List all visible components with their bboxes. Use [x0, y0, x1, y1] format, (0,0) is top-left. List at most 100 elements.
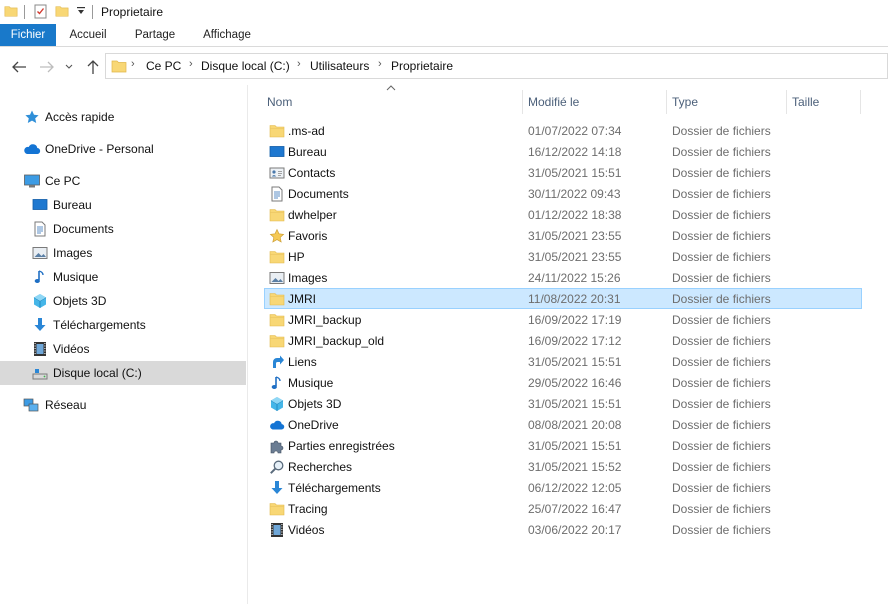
navigation-bar: › Ce PC › Disque local (C:) › Utilisateu…: [0, 47, 888, 85]
column-header-type[interactable]: Type: [672, 95, 698, 109]
breadcrumb-disque-local[interactable]: Disque local (C:): [201, 59, 290, 73]
file-row[interactable]: Tracing 25/07/2022 16:47 Dossier de fichie…: [264, 498, 862, 519]
file-row[interactable]: Favoris 31/05/2021 23:55 Dossier de fichie…: [264, 225, 862, 246]
file-type: Dossier de fichiers: [672, 166, 771, 180]
window-title: Proprietaire: [101, 5, 164, 19]
nav-item-onedrive[interactable]: OneDrive - Personal: [0, 137, 246, 161]
download-icon: [32, 317, 48, 333]
music-icon: [269, 375, 285, 391]
folder-icon: [269, 249, 285, 265]
nav-item-telechargements[interactable]: Téléchargements: [0, 313, 246, 337]
nav-item-images[interactable]: Images: [0, 241, 246, 265]
file-modified-date: 06/12/2022 12:05: [528, 481, 622, 495]
nav-item-acces-rapide[interactable]: Accès rapide: [0, 105, 246, 129]
file-row[interactable]: Musique 29/05/2022 16:46 Dossier de fichie…: [264, 372, 862, 393]
file-row[interactable]: Contacts 31/05/2021 15:51 Dossier de fichi…: [264, 162, 862, 183]
folder-icon: [269, 207, 285, 223]
file-type: Dossier de fichiers: [672, 292, 771, 306]
tab-accueil[interactable]: Accueil: [60, 24, 116, 46]
file-row[interactable]: JMRI_backup 16/09/2022 17:19 Dossier de fi…: [264, 309, 862, 330]
back-button[interactable]: [9, 57, 29, 77]
arrow-left-icon: [12, 61, 26, 73]
nav-item-documents[interactable]: Documents: [0, 217, 246, 241]
nav-item-reseau[interactable]: Réseau: [0, 393, 246, 417]
column-header-size[interactable]: Taille: [792, 95, 819, 109]
chevron-right-icon[interactable]: ›: [131, 58, 135, 70]
file-type: Dossier de fichiers: [672, 418, 771, 432]
file-name: Tracing: [288, 502, 328, 516]
forward-button[interactable]: [37, 57, 57, 77]
column-header-name[interactable]: Nom: [267, 95, 292, 109]
cube-icon: [269, 396, 285, 412]
new-folder-icon[interactable]: [55, 4, 69, 18]
file-modified-date: 29/05/2022 16:46: [528, 376, 622, 390]
file-row[interactable]: Objets 3D 31/05/2021 15:51 Dossier de fich…: [264, 393, 862, 414]
breadcrumb-ce-pc[interactable]: Ce PC: [146, 59, 181, 73]
nav-item-musique[interactable]: Musique: [0, 265, 246, 289]
file-name: .ms-ad: [288, 124, 325, 138]
column-header-modified[interactable]: Modifié le: [528, 95, 579, 109]
file-row[interactable]: Recherches 31/05/2021 15:52 Dossier de fic…: [264, 456, 862, 477]
properties-icon[interactable]: [33, 3, 49, 19]
navigation-pane: Accès rapide OneDrive - Personal Ce PC B…: [0, 90, 246, 604]
file-row[interactable]: .ms-ad 01/07/2022 07:34 Dossier de fichier…: [264, 120, 862, 141]
network-icon: [23, 397, 39, 413]
download-icon: [269, 480, 285, 496]
breadcrumb-utilisateurs[interactable]: Utilisateurs: [310, 59, 369, 73]
file-name: JMRI_backup_old: [288, 334, 385, 348]
nav-item-disque-local[interactable]: Disque local (C:): [0, 361, 246, 385]
file-type: Dossier de fichiers: [672, 355, 771, 369]
file-row[interactable]: dwhelper 01/12/2022 18:38 Dossier de fichi…: [264, 204, 862, 225]
file-type: Dossier de fichiers: [672, 460, 771, 474]
star-icon: [269, 228, 285, 244]
folder-icon: [111, 58, 127, 74]
file-type: Dossier de fichiers: [672, 250, 771, 264]
tab-fichier[interactable]: Fichier: [0, 24, 56, 46]
contacts-icon: [269, 165, 285, 181]
sort-ascending-icon: [386, 85, 396, 91]
file-modified-date: 16/09/2022 17:19: [528, 313, 622, 327]
file-row[interactable]: JMRI_backup_old 16/09/2022 17:12 Dossier d…: [264, 330, 862, 351]
file-name: Recherches: [288, 460, 353, 474]
file-modified-date: 01/07/2022 07:34: [528, 124, 622, 138]
tab-partage[interactable]: Partage: [126, 24, 184, 46]
title-bar: Proprietaire: [0, 0, 888, 24]
nav-item-ce-pc[interactable]: Ce PC: [0, 169, 246, 193]
file-row[interactable]: Vidéos 03/06/2022 20:17 Dossier de fichier…: [264, 519, 862, 540]
file-row[interactable]: Images 24/11/2022 15:26 Dossier de fichier…: [264, 267, 862, 288]
file-row[interactable]: OneDrive 08/08/2021 20:08 Dossier de fichi…: [264, 414, 862, 435]
recent-locations-button[interactable]: [62, 57, 76, 77]
nav-item-videos[interactable]: Vidéos: [0, 337, 246, 361]
chevron-right-icon[interactable]: ›: [297, 58, 301, 70]
file-row[interactable]: JMRI 11/08/2022 20:31 Dossier de fichiers: [264, 288, 862, 309]
customize-toolbar-icon[interactable]: [76, 6, 86, 16]
file-row[interactable]: Bureau 16/12/2022 14:18 Dossier de fichier…: [264, 141, 862, 162]
file-name: Bureau: [288, 145, 327, 159]
file-type: Dossier de fichiers: [672, 313, 771, 327]
breadcrumb-proprietaire[interactable]: Proprietaire: [391, 59, 453, 73]
file-row[interactable]: Liens 31/05/2021 15:51 Dossier de fichiers: [264, 351, 862, 372]
file-row[interactable]: HP 31/05/2021 23:55 Dossier de fichiers: [264, 246, 862, 267]
file-name: Téléchargements: [288, 481, 381, 495]
file-type: Dossier de fichiers: [672, 334, 771, 348]
desktop-icon: [32, 197, 48, 213]
file-type: Dossier de fichiers: [672, 523, 771, 537]
nav-item-bureau[interactable]: Bureau: [0, 193, 246, 217]
tab-affichage[interactable]: Affichage: [194, 24, 260, 46]
file-modified-date: 31/05/2021 23:55: [528, 250, 622, 264]
address-bar[interactable]: › Ce PC › Disque local (C:) › Utilisateu…: [105, 53, 888, 79]
file-name: Favoris: [288, 229, 328, 243]
chevron-right-icon[interactable]: ›: [189, 58, 193, 70]
file-type: Dossier de fichiers: [672, 145, 771, 159]
file-row[interactable]: Parties enregistrées 31/05/2021 15:51 Doss…: [264, 435, 862, 456]
picture-icon: [269, 270, 285, 286]
file-name: JMRI: [288, 292, 316, 306]
folder-icon: [4, 4, 18, 18]
file-row[interactable]: Documents 30/11/2022 09:43 Dossier de fich…: [264, 183, 862, 204]
chevron-right-icon[interactable]: ›: [378, 58, 382, 70]
file-row[interactable]: Téléchargements 06/12/2022 12:05 Dossier d…: [264, 477, 862, 498]
up-button[interactable]: [83, 57, 103, 77]
nav-item-objets-3d[interactable]: Objets 3D: [0, 289, 246, 313]
film-icon: [32, 341, 48, 357]
cloud-icon: [269, 417, 285, 433]
